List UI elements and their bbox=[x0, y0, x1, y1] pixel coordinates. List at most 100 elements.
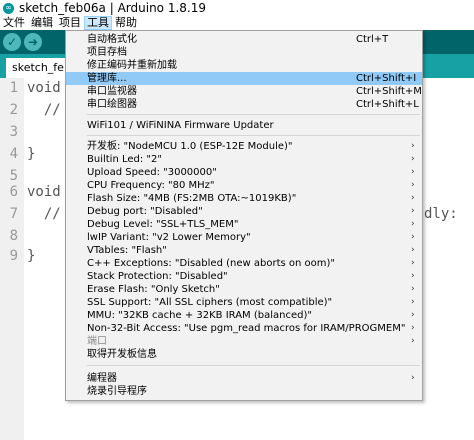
submenu-arrow-icon: › bbox=[411, 154, 415, 164]
menu-file[interactable]: 文件 bbox=[0, 16, 28, 30]
menu-item-builtin-led[interactable]: Builtin Led: "2" › bbox=[66, 153, 422, 166]
menu-item-label: Flash Size: "4MB (FS:2MB OTA:~1019KB)" bbox=[87, 193, 297, 204]
menu-item-archive-sketch[interactable]: 项目存档 bbox=[66, 46, 422, 59]
menu-item-label: Non-32-Bit Access: "Use pgm_read macros … bbox=[87, 323, 406, 334]
menu-item-firmware-updater[interactable]: WiFi101 / WiFiNINA Firmware Updater bbox=[66, 119, 422, 132]
line-number: 6 bbox=[9, 184, 18, 200]
menu-item-label: 管理库... bbox=[87, 73, 127, 84]
menu-item-ssl-support[interactable]: SSL Support: "All SSL ciphers (most comp… bbox=[66, 296, 422, 309]
line-number-gutter: 1 2 3 4 5 6 7 8 9 bbox=[0, 78, 24, 440]
menu-item-shortcut: Ctrl+Shift+I bbox=[356, 73, 417, 84]
menu-item-lwip-variant[interactable]: lwIP Variant: "v2 Lower Memory" › bbox=[66, 231, 422, 244]
menu-item-upload-speed[interactable]: Upload Speed: "3000000" › bbox=[66, 166, 422, 179]
menu-item-shortcut: Ctrl+Shift+L bbox=[356, 99, 419, 110]
menu-separator bbox=[87, 114, 420, 115]
menu-item-label: VTables: "Flash" bbox=[87, 245, 167, 256]
menu-help[interactable]: 帮助 bbox=[112, 16, 140, 30]
submenu-arrow-icon: › bbox=[411, 258, 415, 268]
menu-item-vtables[interactable]: VTables: "Flash" › bbox=[66, 244, 422, 257]
line-number: 3 bbox=[9, 124, 18, 140]
menu-item-label: SSL Support: "All SSL ciphers (most comp… bbox=[87, 297, 333, 308]
menu-item-label: 项目存档 bbox=[87, 47, 127, 58]
menu-separator bbox=[87, 365, 420, 366]
submenu-arrow-icon: › bbox=[411, 284, 415, 294]
menu-item-label: 串口绘图器 bbox=[87, 99, 137, 110]
code-line: void bbox=[27, 80, 61, 96]
menu-item-label: 取得开发板信息 bbox=[87, 349, 157, 360]
menu-item-flash-size[interactable]: Flash Size: "4MB (FS:2MB OTA:~1019KB)" › bbox=[66, 192, 422, 205]
tab-sketch[interactable]: sketch_feb06a bbox=[6, 58, 66, 78]
upload-icon[interactable]: ➜ bbox=[24, 33, 42, 51]
code-line: } bbox=[27, 146, 36, 162]
line-number: 4 bbox=[9, 146, 18, 162]
menu-item-non-32-bit-access[interactable]: Non-32-Bit Access: "Use pgm_read macros … bbox=[66, 322, 422, 335]
menu-item-shortcut: Ctrl+Shift+M bbox=[356, 86, 422, 97]
submenu-arrow-icon: › bbox=[411, 297, 415, 307]
submenu-arrow-icon: › bbox=[411, 245, 415, 255]
line-number: 7 bbox=[9, 206, 18, 222]
tools-menu: 自动格式化 Ctrl+T 项目存档 修正编码并重新加载 管理库... Ctrl+… bbox=[65, 30, 423, 401]
menu-item-shortcut: Ctrl+T bbox=[356, 34, 389, 45]
menu-edit[interactable]: 编辑 bbox=[28, 16, 56, 30]
menu-item-label: WiFi101 / WiFiNINA Firmware Updater bbox=[87, 120, 274, 131]
menu-item-label: 串口监视器 bbox=[87, 86, 137, 97]
menu-item-label: 编程器 bbox=[87, 373, 117, 384]
menu-item-board-info[interactable]: 取得开发板信息 bbox=[66, 348, 422, 361]
menu-item-debug-port[interactable]: Debug port: "Disabled" › bbox=[66, 205, 422, 218]
menu-item-label: 端口 bbox=[87, 336, 107, 347]
menu-tools[interactable]: 工具 bbox=[84, 16, 112, 30]
menu-item-auto-format[interactable]: 自动格式化 Ctrl+T bbox=[66, 33, 422, 46]
menu-item-erase-flash[interactable]: Erase Flash: "Only Sketch" › bbox=[66, 283, 422, 296]
menu-item-stack-protection[interactable]: Stack Protection: "Disabled" › bbox=[66, 270, 422, 283]
menu-item-label: C++ Exceptions: "Disabled (new aborts on… bbox=[87, 258, 335, 269]
menu-item-fix-encoding[interactable]: 修正编码并重新加载 bbox=[66, 59, 422, 72]
menu-item-cpu-frequency[interactable]: CPU Frequency: "80 MHz" › bbox=[66, 179, 422, 192]
menu-bar: 文件 编辑 项目 工具 帮助 bbox=[0, 16, 474, 30]
verify-icon[interactable]: ✓ bbox=[3, 33, 21, 51]
menu-item-burn-bootloader[interactable]: 烧录引导程序 bbox=[66, 385, 422, 398]
menu-item-label: MMU: "32KB cache + 32KB IRAM (balanced)" bbox=[87, 310, 312, 321]
submenu-arrow-icon: › bbox=[411, 206, 415, 216]
submenu-arrow-icon: › bbox=[411, 219, 415, 229]
code-line: void bbox=[27, 184, 61, 200]
menu-sketch[interactable]: 项目 bbox=[56, 16, 84, 30]
menu-item-port: 端口 › bbox=[66, 335, 422, 348]
line-number: 5 bbox=[9, 168, 18, 184]
menu-item-cpp-exceptions[interactable]: C++ Exceptions: "Disabled (new aborts on… bbox=[66, 257, 422, 270]
window-title: sketch_feb06a | Arduino 1.8.19 bbox=[19, 1, 207, 15]
submenu-arrow-icon: › bbox=[411, 232, 415, 242]
submenu-arrow-icon: › bbox=[411, 167, 415, 177]
menu-item-label: Builtin Led: "2" bbox=[87, 154, 162, 165]
menu-item-debug-level[interactable]: Debug Level: "SSL+TLS_MEM" › bbox=[66, 218, 422, 231]
line-number: 8 bbox=[9, 228, 18, 244]
menu-item-label: 修正编码并重新加载 bbox=[87, 60, 177, 71]
menu-item-label: 自动格式化 bbox=[87, 34, 137, 45]
submenu-arrow-icon: › bbox=[411, 193, 415, 203]
menu-item-label: Debug port: "Disabled" bbox=[87, 206, 203, 217]
menu-item-label: CPU Frequency: "80 MHz" bbox=[87, 180, 215, 191]
submenu-arrow-icon: › bbox=[411, 141, 415, 151]
submenu-arrow-icon: › bbox=[411, 271, 415, 281]
menu-item-label: Erase Flash: "Only Sketch" bbox=[87, 284, 220, 295]
submenu-arrow-icon: › bbox=[411, 336, 415, 346]
submenu-arrow-icon: › bbox=[411, 323, 415, 333]
menu-item-label: Upload Speed: "3000000" bbox=[87, 167, 217, 178]
menu-item-manage-libraries[interactable]: 管理库... Ctrl+Shift+I bbox=[66, 72, 422, 85]
menu-item-label: lwIP Variant: "v2 Lower Memory" bbox=[87, 232, 251, 243]
menu-item-label: 烧录引导程序 bbox=[87, 386, 147, 397]
menu-item-serial-monitor[interactable]: 串口监视器 Ctrl+Shift+M bbox=[66, 85, 422, 98]
line-number: 2 bbox=[9, 102, 18, 118]
menu-item-mmu[interactable]: MMU: "32KB cache + 32KB IRAM (balanced)"… bbox=[66, 309, 422, 322]
line-number: 9 bbox=[9, 248, 18, 264]
menu-item-label: Debug Level: "SSL+TLS_MEM" bbox=[87, 219, 239, 230]
line-number: 1 bbox=[9, 80, 18, 96]
menu-item-programmer[interactable]: 编程器 › bbox=[66, 372, 422, 385]
code-line: } bbox=[27, 248, 36, 264]
menu-item-serial-plotter[interactable]: 串口绘图器 Ctrl+Shift+L bbox=[66, 98, 422, 111]
submenu-arrow-icon: › bbox=[411, 373, 415, 383]
code-line: // bbox=[27, 102, 61, 118]
menu-separator bbox=[87, 135, 420, 136]
title-bar: ∞ sketch_feb06a | Arduino 1.8.19 bbox=[0, 0, 474, 16]
code-line: // bbox=[27, 206, 61, 222]
menu-item-board[interactable]: 开发板: "NodeMCU 1.0 (ESP-12E Module)" › bbox=[66, 140, 422, 153]
